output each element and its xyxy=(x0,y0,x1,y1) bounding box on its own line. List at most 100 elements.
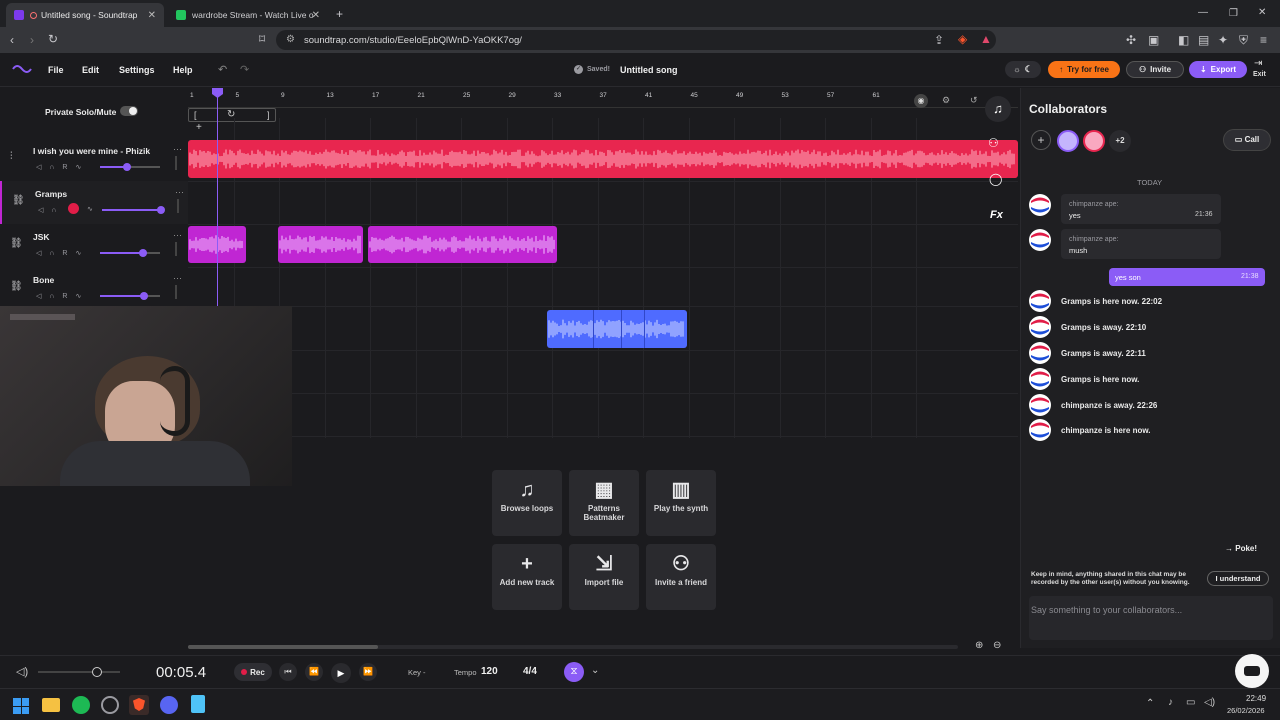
mute-icon[interactable]: ◁ xyxy=(36,292,41,300)
bookmark-icon[interactable]: ⌑ xyxy=(259,33,265,45)
audio-clip-jsk-2[interactable] xyxy=(278,226,363,263)
record-arm-button[interactable]: R xyxy=(62,250,67,257)
chat-input[interactable]: Say something to your collaborators... xyxy=(1029,596,1273,640)
horizontal-scrollbar[interactable] xyxy=(188,645,958,649)
time-signature[interactable]: 4/4 xyxy=(523,666,537,677)
site-info-icon[interactable]: ⚙ xyxy=(286,34,295,45)
export-button[interactable]: ⇣ Export xyxy=(1189,61,1247,78)
audio-clip-track1[interactable] xyxy=(188,140,1018,178)
collaborator-avatar[interactable] xyxy=(1057,130,1079,152)
collaborators-icon[interactable]: ⚇ xyxy=(988,136,999,150)
poke-button[interactable]: → Poke! xyxy=(1225,544,1257,553)
audio-clip-blue[interactable] xyxy=(547,310,687,348)
app-icon[interactable] xyxy=(101,696,119,714)
private-solo-toggle[interactable] xyxy=(120,106,138,116)
add-track-icon[interactable]: + xyxy=(196,122,202,133)
loop-end-handle-icon[interactable]: ] xyxy=(267,110,270,120)
skip-to-start-icon[interactable]: ⏮ xyxy=(279,663,297,681)
menu-edit[interactable]: Edit xyxy=(82,65,99,75)
new-tab-icon[interactable]: + xyxy=(336,8,343,20)
volume-knob[interactable] xyxy=(140,292,148,300)
windows-start-icon[interactable] xyxy=(13,698,29,714)
key-selector[interactable]: Key - xyxy=(408,668,426,677)
solo-headphone-icon[interactable]: ∩ xyxy=(51,207,56,214)
automation-icon[interactable]: ∿ xyxy=(75,249,81,257)
close-tab-icon[interactable]: ✕ xyxy=(148,10,156,21)
track-name[interactable]: I wish you were mine - Phizik xyxy=(33,146,150,156)
volume-icon[interactable]: ◁) xyxy=(1204,697,1215,708)
collaborator-avatar[interactable] xyxy=(1083,130,1105,152)
automation-icon[interactable]: ∿ xyxy=(75,163,81,171)
undo-icon[interactable]: ↶ xyxy=(218,63,227,76)
record-arm-button[interactable]: R xyxy=(62,164,67,171)
audio-clip-jsk-3[interactable] xyxy=(368,226,557,263)
track-row-3[interactable]: ⛓ JSK ··· ◁ ∩ R ∿ xyxy=(0,224,188,267)
music-note-icon[interactable]: ♫ xyxy=(985,96,1011,122)
settings-gear-icon[interactable]: ⚙ xyxy=(942,95,950,106)
volume-knob[interactable] xyxy=(123,163,131,171)
menu-file[interactable]: File xyxy=(48,65,64,75)
chat-support-button[interactable] xyxy=(1235,654,1269,688)
menu-icon[interactable]: ≡ xyxy=(1260,34,1267,46)
song-title[interactable]: Untitled song xyxy=(620,65,678,75)
collab-presence-icon[interactable]: ◉ xyxy=(914,94,928,108)
extensions-icon[interactable]: ✣ xyxy=(1126,34,1136,46)
theme-toggle[interactable]: ☼ ☾ xyxy=(1005,61,1041,78)
automation-icon[interactable]: ∿ xyxy=(87,205,93,213)
patterns-beatmaker-tile[interactable]: ▦ Patterns Beatmaker xyxy=(569,470,639,536)
metronome-icon[interactable]: ⧖ xyxy=(564,662,584,682)
track-name[interactable]: JSK xyxy=(33,232,50,242)
browser-tab-stream[interactable]: wardrobe Stream - Watch Live o ✕ xyxy=(168,3,328,27)
menu-settings[interactable]: Settings xyxy=(119,65,155,75)
record-armed-icon[interactable] xyxy=(68,203,79,214)
fast-forward-icon[interactable]: ⏩ xyxy=(359,663,377,681)
close-tab-icon[interactable]: ✕ xyxy=(312,10,320,21)
exit-icon[interactable]: ⇥ xyxy=(1254,58,1262,69)
brave-shield-icon[interactable]: ◈ xyxy=(958,33,967,45)
play-synth-tile[interactable]: ▥ Play the synth xyxy=(646,470,716,536)
speaker-icon[interactable]: ◁) xyxy=(16,665,28,678)
play-icon[interactable]: ▶ xyxy=(331,663,351,683)
minimize-icon[interactable]: — xyxy=(1198,7,1208,19)
network-icon[interactable]: ▭ xyxy=(1186,697,1195,708)
volume-knob[interactable] xyxy=(139,249,147,257)
forward-icon[interactable]: › xyxy=(30,34,34,46)
loop-start-handle-icon[interactable]: [ xyxy=(194,110,197,120)
invite-friend-tile[interactable]: ⚇ Invite a friend xyxy=(646,544,716,610)
i-understand-button[interactable]: I understand xyxy=(1207,571,1269,586)
zoom-out-icon[interactable]: ⊖ xyxy=(993,640,1001,651)
tempo-value[interactable]: 120 xyxy=(481,666,498,677)
menu-help[interactable]: Help xyxy=(173,65,193,75)
exit-label[interactable]: Exit xyxy=(1253,71,1266,78)
solo-headphone-icon[interactable]: ∩ xyxy=(49,293,54,300)
track-options-icon[interactable]: ··· xyxy=(173,230,182,240)
file-explorer-icon[interactable] xyxy=(42,698,60,712)
discord-icon[interactable] xyxy=(160,696,178,714)
call-button[interactable]: ▭ Call xyxy=(1223,129,1271,151)
reload-icon[interactable]: ↻ xyxy=(48,33,58,45)
record-arm-button[interactable]: R xyxy=(62,293,67,300)
restore-icon[interactable]: ❐ xyxy=(1229,8,1238,20)
sidebar-icon[interactable]: ◧ xyxy=(1178,34,1189,46)
track-options-icon[interactable]: ··· xyxy=(175,187,184,197)
track-row-2[interactable]: ⛓ Gramps ··· ◁ ∩ ∿ xyxy=(0,181,188,224)
redo-icon[interactable]: ↷ xyxy=(240,63,249,76)
fx-icon[interactable]: Fx xyxy=(990,209,1003,221)
track-options-icon[interactable]: ··· xyxy=(173,273,182,283)
track-row-1[interactable]: ⫶ I wish you were mine - Phizik ··· ◁ ∩ R… xyxy=(0,138,188,181)
browse-loops-tile[interactable]: ♫ Browse loops xyxy=(492,470,562,536)
master-volume-knob[interactable] xyxy=(92,667,102,677)
brave-rewards-icon[interactable]: ▲ xyxy=(980,33,992,45)
mute-icon[interactable]: ◁ xyxy=(36,163,41,171)
invite-button[interactable]: ⚇ Invite xyxy=(1126,61,1184,78)
solo-headphone-icon[interactable]: ∩ xyxy=(49,164,54,171)
screenshot-icon[interactable]: ▣ xyxy=(1148,34,1159,46)
tray-chevron-icon[interactable]: ⌃ xyxy=(1146,698,1154,709)
browser-tab-soundtrap[interactable]: Untitled song - Soundtrap ✕ xyxy=(6,3,164,27)
track-name[interactable]: Gramps xyxy=(35,189,67,199)
automation-icon[interactable]: ∿ xyxy=(75,292,81,300)
close-window-icon[interactable]: ✕ xyxy=(1258,7,1266,19)
rewind-icon[interactable]: ⏪ xyxy=(305,663,323,681)
more-collaborators-badge[interactable]: +2 xyxy=(1109,130,1131,152)
scrollbar-thumb[interactable] xyxy=(188,645,378,649)
